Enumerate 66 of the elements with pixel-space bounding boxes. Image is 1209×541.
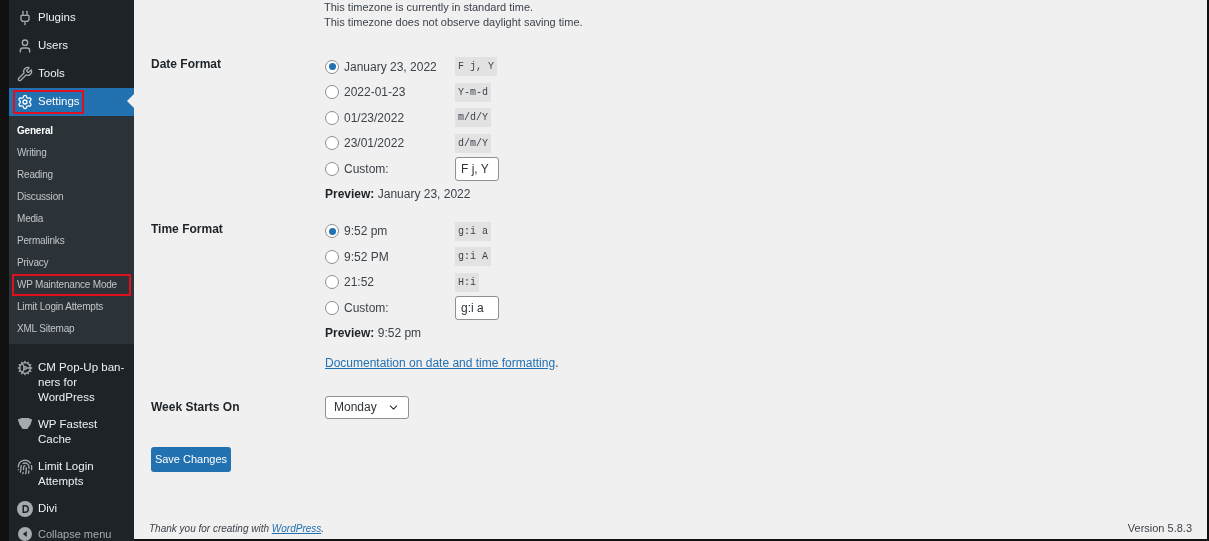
circle-letter-icon xyxy=(17,501,33,517)
field-label: Time Format xyxy=(151,220,224,238)
settings-icon xyxy=(17,94,33,110)
radio-button[interactable] xyxy=(325,136,339,151)
gear-icon xyxy=(17,360,33,376)
option-label: Custom: xyxy=(344,299,390,317)
submenu-item[interactable]: WP Maintenance Mode xyxy=(12,274,131,296)
menu-item[interactable]: CM Pop-Up ban-ners for WordPress xyxy=(13,356,130,409)
menu-item[interactable]: Divi xyxy=(13,497,62,521)
save-changes-button[interactable]: Save Changes xyxy=(151,446,231,472)
timezone-note: This timezone is currently in standard time. xyxy=(324,0,535,15)
format-code: d/m/Y xyxy=(455,133,491,153)
option-label: 9:52 pm xyxy=(344,223,389,241)
menu-item[interactable]: Plugins xyxy=(13,6,80,30)
radio-button[interactable] xyxy=(325,161,339,176)
menu-item[interactable]: Tools xyxy=(13,62,69,86)
option-label: 21:52 xyxy=(344,274,376,292)
option-label: Custom: xyxy=(344,160,390,178)
menu-item[interactable]: WP Fastest Cache xyxy=(13,413,130,451)
submenu-item[interactable]: Privacy xyxy=(12,252,131,274)
menu-item[interactable]: Settings xyxy=(13,90,84,114)
documentation-note: Documentation on date and time formatting. xyxy=(325,354,559,372)
submenu-item[interactable]: Limit Login Attempts xyxy=(12,296,131,318)
collapse-menu-link[interactable]: Collapse menu xyxy=(38,526,112,541)
format-code: H:i xyxy=(455,272,479,292)
format-code: F j, Y xyxy=(455,57,497,77)
menu-item[interactable]: Users xyxy=(13,34,73,58)
submenu-item[interactable]: Media xyxy=(12,208,131,230)
fingerprint-icon xyxy=(17,459,33,475)
radio-button[interactable] xyxy=(325,224,339,239)
format-preview: Preview: 9:52 pm xyxy=(325,324,423,342)
radio-button[interactable] xyxy=(325,85,339,100)
option-label: January 23, 2022 xyxy=(344,58,438,76)
submenu-item[interactable]: Permalinks xyxy=(12,230,131,252)
format-code: Y-m-d xyxy=(455,82,491,102)
option-label: 2022-01-23 xyxy=(344,84,407,102)
format-code: g:i A xyxy=(455,247,491,267)
wrench-icon xyxy=(17,66,33,82)
timezone-note: This timezone does not observe daylight saving time. xyxy=(324,15,584,30)
user-icon xyxy=(17,38,33,54)
footer-thanks: Thank you for creating with WordPress. xyxy=(149,522,325,536)
version-text: Version 5.8.3 xyxy=(1127,520,1192,536)
collapse-icon[interactable] xyxy=(18,527,32,541)
format-code: m/d/Y xyxy=(455,108,491,128)
submenu-item[interactable]: Discussion xyxy=(12,186,131,208)
submenu-item[interactable]: Writing xyxy=(12,142,131,164)
option-label: 01/23/2022 xyxy=(344,109,406,127)
submenu-item[interactable]: General xyxy=(12,120,131,142)
field-label: Week Starts On xyxy=(151,399,241,416)
custom-format-field[interactable]: g:i a xyxy=(455,295,499,320)
radio-button[interactable] xyxy=(325,59,339,74)
format-preview: Preview: January 23, 2022 xyxy=(325,185,472,203)
option-label: 9:52 PM xyxy=(344,248,390,266)
format-code: g:i a xyxy=(455,221,491,241)
radio-button[interactable] xyxy=(325,275,339,290)
radio-button[interactable] xyxy=(325,110,339,125)
menu-item[interactable]: Limit Login Attempts xyxy=(13,455,130,493)
field-label: Date Format xyxy=(151,56,222,73)
submenu-item[interactable]: XML Sitemap xyxy=(12,318,131,340)
radio-button[interactable] xyxy=(325,249,339,264)
custom-format-field[interactable]: F j, Y xyxy=(455,156,499,181)
plug-icon xyxy=(17,10,33,26)
week-start-select[interactable]: Monday xyxy=(325,395,409,419)
radio-button[interactable] xyxy=(325,300,339,315)
option-label: 23/01/2022 xyxy=(344,135,406,153)
submenu-item[interactable]: Reading xyxy=(12,164,131,186)
